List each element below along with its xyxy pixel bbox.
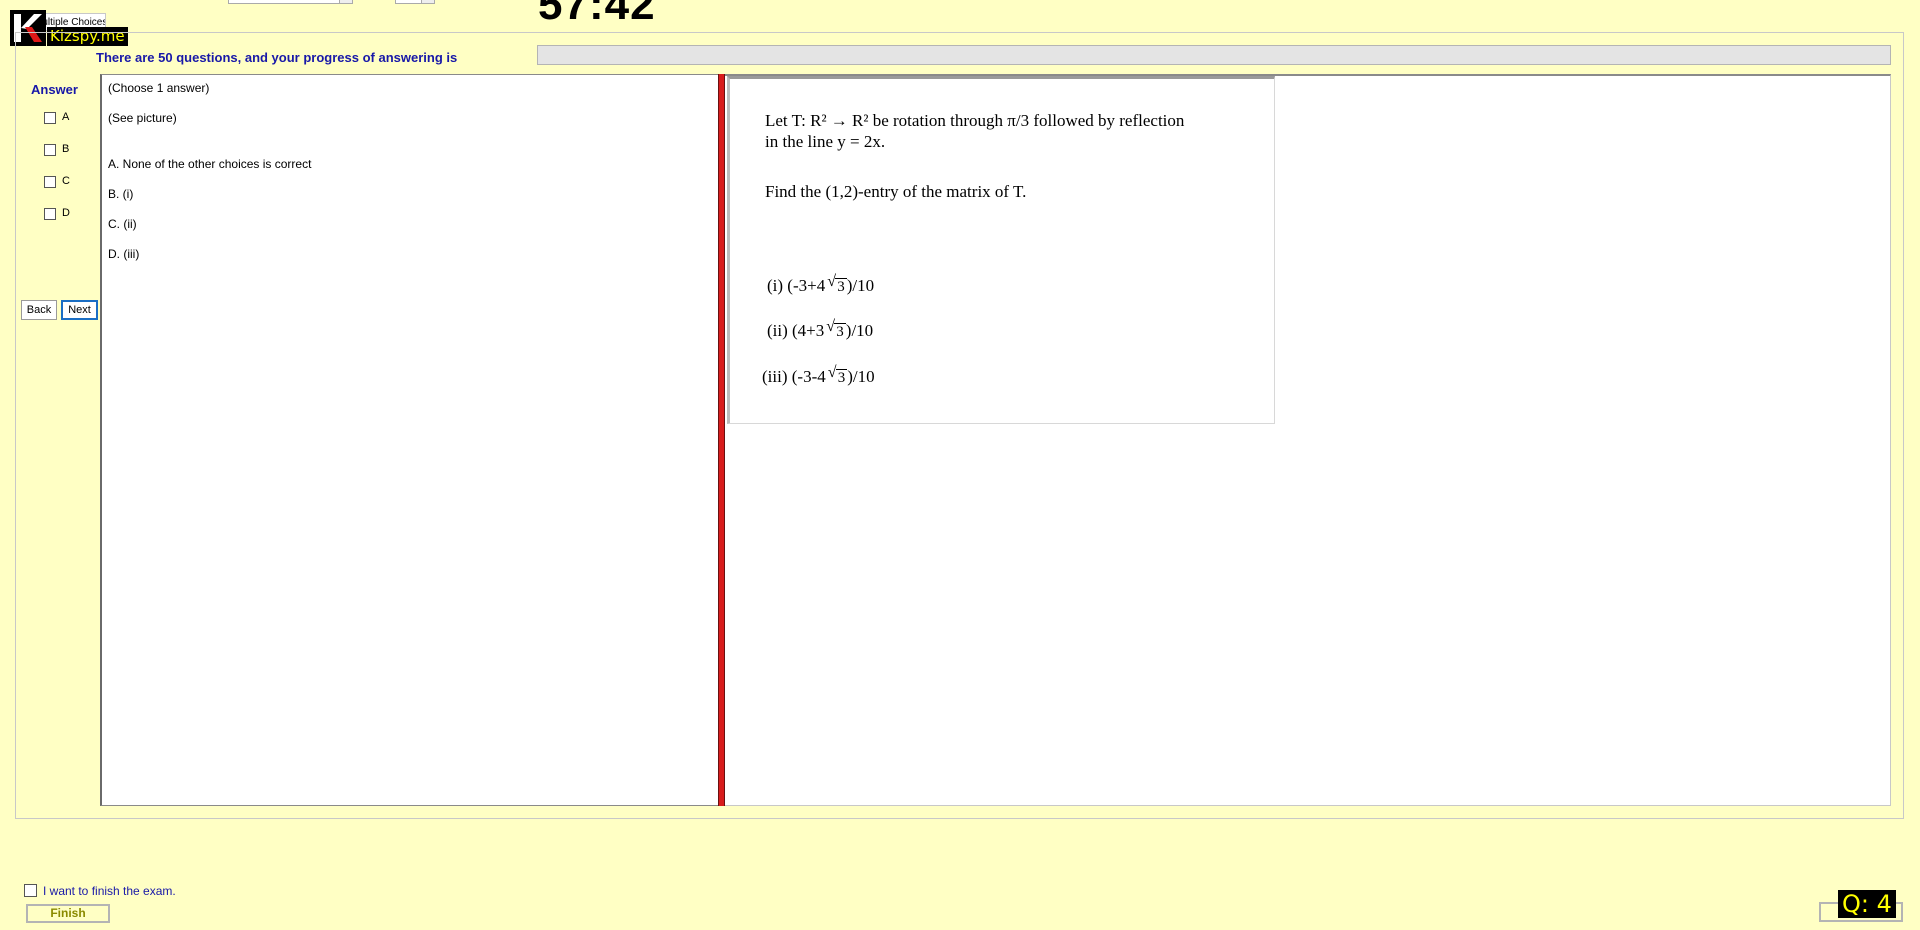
answer-option-label: C [62, 175, 70, 187]
choice-b: B. (i) [108, 187, 134, 201]
question-select-dropdown[interactable] [228, 0, 353, 4]
font-size-spinner[interactable] [395, 0, 435, 4]
progress-bar [537, 45, 1891, 65]
checkbox-b[interactable] [44, 144, 56, 156]
radicand: 3 [834, 323, 846, 340]
radicand: 3 [835, 278, 847, 295]
answer-option-label: D [62, 207, 70, 219]
finish-checkbox-label: I want to finish the exam. [43, 884, 176, 898]
answer-option-a[interactable]: A [44, 110, 84, 128]
option-prefix: (iii) (-3-4 [762, 367, 826, 386]
answer-option-b[interactable]: B [44, 142, 84, 160]
answer-option-d[interactable]: D [44, 206, 84, 224]
picture-line-2: in the line y = 2x. [765, 132, 886, 151]
option-suffix: )/10 [845, 321, 874, 340]
choice-d: D. (iii) [108, 247, 140, 261]
picture-option-ii: (ii) (4+3 √ 3)/10 [767, 318, 874, 341]
sqrt-symbol: √ 3 [827, 364, 848, 386]
checkbox-d[interactable] [44, 208, 56, 220]
sqrt-symbol: √ 3 [826, 318, 846, 340]
radicand: 3 [835, 369, 848, 386]
dropdown-arrow-icon [339, 0, 352, 3]
picture-line-3: Find the (1,2)-entry of the matrix of T. [765, 182, 1027, 201]
exam-timer: 57:42 [538, 0, 656, 29]
option-prefix: (i) (-3+4 [767, 276, 826, 295]
spinner-arrow-icon [421, 0, 434, 3]
checkbox-c[interactable] [44, 176, 56, 188]
question-picture: Let T: R² → R² be rotation through π/3 f… [727, 76, 1275, 424]
split-divider[interactable] [718, 74, 725, 806]
next-button[interactable]: Next [61, 300, 98, 320]
question-text-area[interactable]: (Choose 1 answer) (See picture) A. None … [100, 74, 721, 806]
question-note: (See picture) [108, 111, 177, 125]
question-indicator: Q: 4 [1838, 890, 1896, 918]
picture-option-i: (i) (-3+4 √ 3)/10 [767, 273, 875, 296]
choice-a: A. None of the other choices is correct [108, 157, 312, 171]
answer-option-c[interactable]: C [44, 174, 84, 192]
picture-line-1: Let T: R² → R² be rotation through π/3 f… [765, 111, 1185, 130]
option-suffix: )/10 [847, 367, 875, 386]
choice-c: C. (ii) [108, 217, 137, 231]
picture-option-iii: (iii) (-3-4 √ 3)/10 [762, 364, 875, 387]
checkbox-a[interactable] [44, 112, 56, 124]
answer-option-label: B [62, 143, 70, 155]
finish-button[interactable]: Finish [26, 904, 110, 923]
option-suffix: )/10 [846, 276, 875, 295]
question-instruction: (Choose 1 answer) [108, 81, 210, 95]
finish-checkbox[interactable] [24, 884, 37, 897]
answer-option-label: A [62, 111, 70, 123]
sqrt-symbol: √ 3 [827, 273, 847, 295]
progress-label: There are 50 questions, and your progres… [96, 50, 458, 65]
option-prefix: (ii) (4+3 [767, 321, 825, 340]
back-button[interactable]: Back [21, 300, 57, 320]
answer-heading: Answer [31, 82, 78, 97]
